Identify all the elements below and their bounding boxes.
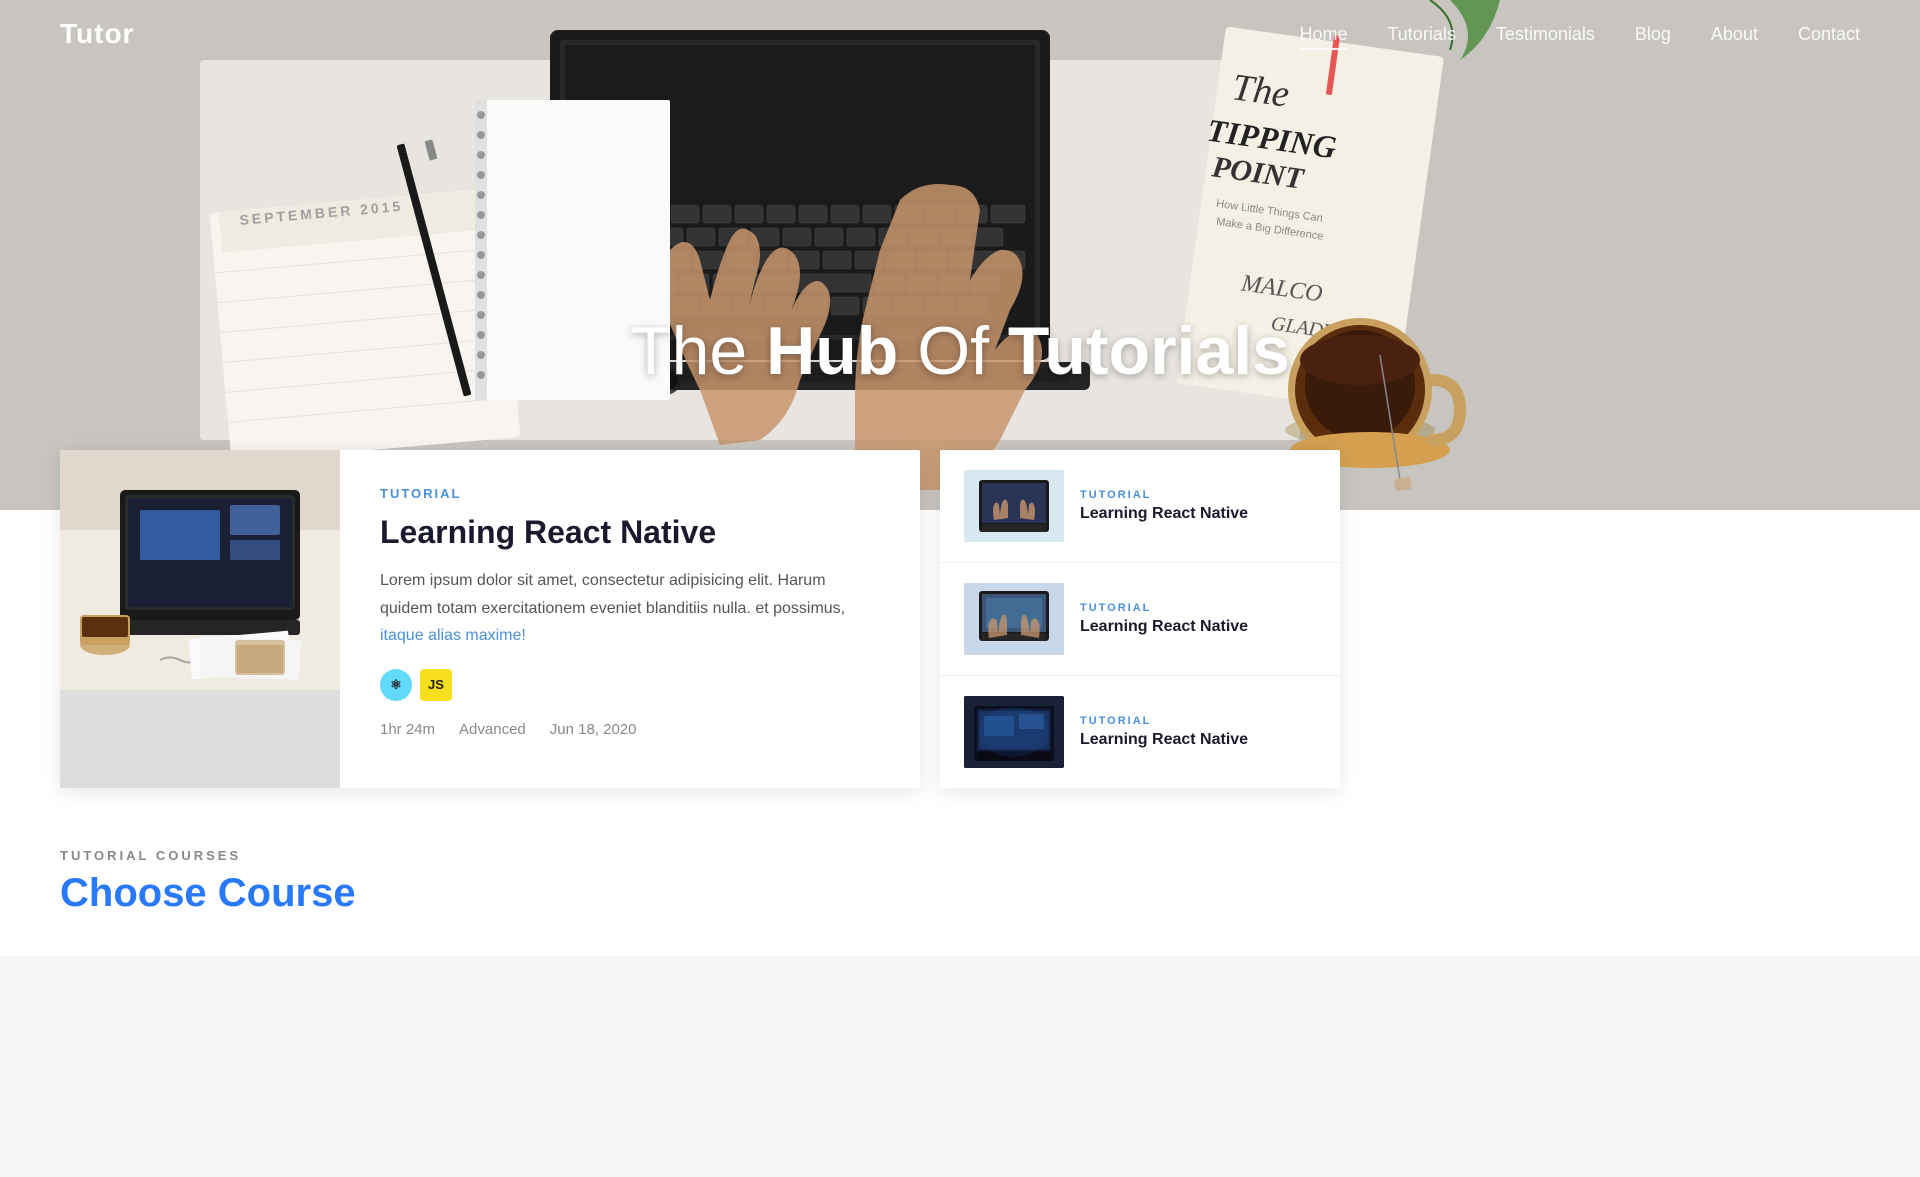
side-card-3-badge: TUTORIAL [1080,715,1316,727]
brand-logo[interactable]: Tutor [60,18,134,50]
side-card-1-body: TUTORIAL Learning React Native [1080,489,1316,523]
nav-link-home[interactable]: Home [1299,24,1347,50]
side-card-3-body: TUTORIAL Learning React Native [1080,715,1316,749]
hero-illustration: SEPTEMBER 2015 [0,0,1920,510]
nav-item-about[interactable]: About [1711,24,1758,45]
featured-section: TUTORIAL Learning React Native Lorem ips… [60,450,1860,788]
main-featured-card[interactable]: TUTORIAL Learning React Native Lorem ips… [60,450,920,788]
main-content: TUTORIAL Learning React Native Lorem ips… [0,450,1920,956]
nav-item-testimonials[interactable]: Testimonials [1496,24,1595,45]
side-card-1[interactable]: TUTORIAL Learning React Native [940,450,1340,563]
main-card-body: TUTORIAL Learning React Native Lorem ips… [340,450,920,788]
hero-title: The Hub Of Tutorials [0,312,1920,390]
side-card-1-image [964,470,1064,542]
courses-section: TUTORIAL COURSES Choose Course [60,788,1860,956]
nav-link-contact[interactable]: Contact [1798,24,1860,44]
side-card-1-illustration [964,470,1064,542]
side-card-3-title: Learning React Native [1080,731,1316,749]
main-card-image [60,450,340,788]
tech-tag-react: ⚛ [380,669,412,701]
svg-text:The: The [1230,66,1292,116]
nav-item-home[interactable]: Home [1299,24,1347,45]
main-card-badge: TUTORIAL [380,486,880,501]
side-card-3-image [964,696,1064,768]
nav-link-blog[interactable]: Blog [1635,24,1671,44]
nav-links: Home Tutorials Testimonials Blog About C… [1299,24,1860,45]
side-card-2[interactable]: TUTORIAL Learning React Native [940,563,1340,676]
main-card-title: Learning React Native [380,513,880,551]
card-image-illustration [60,450,340,690]
side-card-2-illustration [964,583,1064,655]
hero-section: SEPTEMBER 2015 [0,0,1920,510]
side-card-1-title: Learning React Native [1080,505,1316,523]
card-meta: 1hr 24m Advanced Jun 18, 2020 [380,721,880,738]
courses-section-label: TUTORIAL COURSES [60,848,1860,863]
hero-text: The Hub Of Tutorials [0,312,1920,390]
tech-tag-js: JS [420,669,452,701]
side-card-2-image [964,583,1064,655]
nav-link-testimonials[interactable]: Testimonials [1496,24,1595,44]
nav-link-about[interactable]: About [1711,24,1758,44]
side-card-2-title: Learning React Native [1080,618,1316,636]
tech-tags: ⚛ JS [380,669,880,701]
card-level: Advanced [459,721,526,738]
side-card-2-body: TUTORIAL Learning React Native [1080,602,1316,636]
card-date: Jun 18, 2020 [550,721,637,738]
nav-item-blog[interactable]: Blog [1635,24,1671,45]
main-card-description-link[interactable]: itaque alias maxime! [380,627,526,644]
side-cards-container: TUTORIAL Learning React Native [940,450,1340,788]
nav-link-tutorials[interactable]: Tutorials [1387,24,1455,44]
side-card-2-badge: TUTORIAL [1080,602,1316,614]
main-card-description: Lorem ipsum dolor sit amet, consectetur … [380,567,880,649]
nav-item-tutorials[interactable]: Tutorials [1387,24,1455,45]
courses-section-title[interactable]: Choose Course [60,871,1860,916]
side-card-1-badge: TUTORIAL [1080,489,1316,501]
nav-item-contact[interactable]: Contact [1798,24,1860,45]
side-card-3-illustration [964,696,1064,768]
card-duration: 1hr 24m [380,721,435,738]
navbar: Tutor Home Tutorials Testimonials Blog A… [0,0,1920,68]
side-card-3[interactable]: TUTORIAL Learning React Native [940,676,1340,788]
